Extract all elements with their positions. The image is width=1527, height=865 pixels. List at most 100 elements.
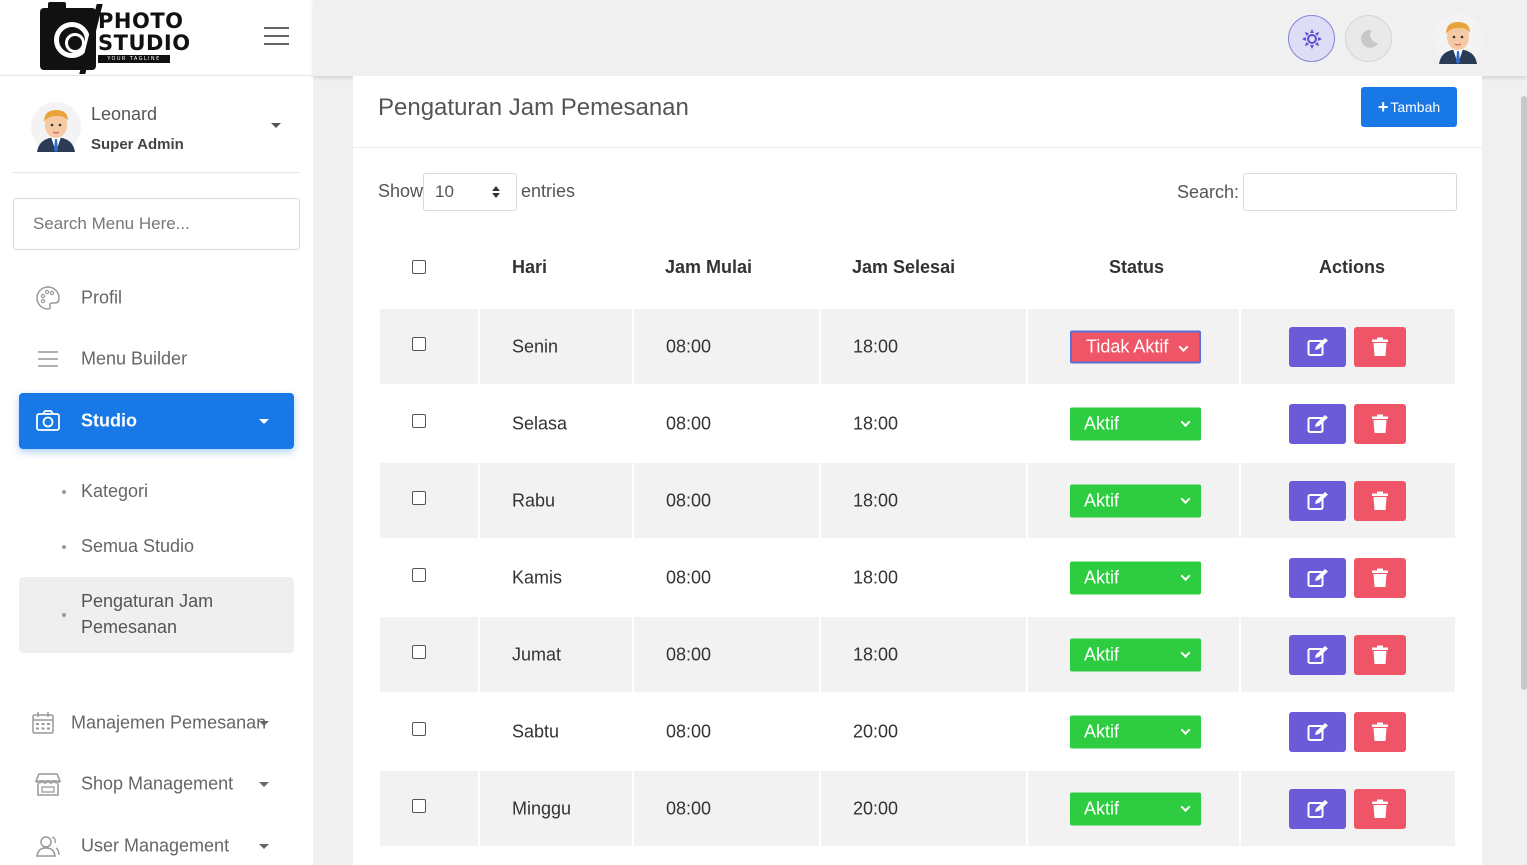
light-mode-button[interactable] [1288, 15, 1335, 62]
delete-button[interactable] [1354, 403, 1406, 444]
column-header-jam-selesai[interactable]: Jam Selesai [852, 257, 955, 278]
sidebar-item-shop-management[interactable]: Shop Management [19, 756, 294, 812]
column-header-jam-mulai[interactable]: Jam Mulai [665, 257, 752, 278]
content-card: Pengaturan Jam Pemesanan + Tambah Show 1… [353, 76, 1482, 865]
start-time-cell: 08:00 [634, 463, 819, 538]
chevron-down-icon [1178, 341, 1189, 352]
user-profile-block[interactable]: Leonard Super Admin [12, 88, 300, 173]
photo-studio-logo[interactable]: PHOTO STUDIO YOUR TAGLINE [38, 2, 190, 74]
trash-icon [1372, 568, 1388, 587]
start-time: 08:00 [666, 644, 712, 664]
delete-button[interactable] [1354, 557, 1406, 598]
menu-search-input[interactable] [13, 198, 300, 250]
end-time-cell: 18:00 [821, 309, 1026, 384]
row-checkbox[interactable] [412, 491, 426, 505]
chevron-down-icon [259, 721, 269, 726]
edit-button[interactable] [1289, 788, 1346, 829]
edit-icon [1307, 799, 1328, 818]
status-select[interactable]: Aktif [1070, 715, 1201, 748]
edit-button[interactable] [1289, 326, 1346, 367]
delete-button[interactable] [1354, 711, 1406, 752]
actions-cell [1241, 694, 1455, 769]
sidebar-item-user-management[interactable]: User Management [19, 818, 294, 865]
entries-value: 10 [435, 182, 454, 201]
checkbox-cell [380, 463, 478, 538]
edit-button[interactable] [1289, 403, 1346, 444]
dark-mode-button[interactable] [1345, 15, 1392, 62]
status-value: Aktif [1084, 567, 1120, 587]
delete-button[interactable] [1354, 326, 1406, 367]
status-select[interactable]: Aktif [1070, 484, 1201, 517]
sidebar-item-manajemen-pemesanan[interactable]: Manajemen Pemesanan [19, 695, 294, 751]
sidebar-subitem-pengaturan-jam-pemesanan[interactable]: Pengaturan Jam Pemesanan [19, 577, 294, 653]
checkbox-cell [380, 309, 478, 384]
column-header-hari[interactable]: Hari [512, 257, 547, 278]
status-select[interactable]: Aktif [1070, 792, 1201, 825]
day-name-cell: Sabtu [480, 694, 632, 769]
end-time: 20:00 [853, 721, 899, 741]
table-search-input[interactable] [1243, 173, 1457, 211]
add-button-label: Tambah [1390, 99, 1441, 115]
status-select[interactable]: Aktif [1070, 407, 1201, 440]
checkbox-cell [380, 694, 478, 769]
sidebar-toggle-icon[interactable] [264, 25, 289, 47]
status-cell: Tidak Aktif [1028, 309, 1239, 384]
avatar[interactable] [1433, 14, 1483, 64]
chevron-down-icon [1180, 570, 1191, 581]
table-row: Rabu 08:00 18:00 Aktif [380, 463, 1455, 538]
entries-per-page-select[interactable]: 10 [423, 173, 517, 211]
edit-button[interactable] [1289, 711, 1346, 752]
row-checkbox[interactable] [412, 645, 426, 659]
day-name: Minggu [512, 798, 572, 818]
row-checkbox[interactable] [412, 799, 426, 813]
add-button[interactable]: + Tambah [1361, 87, 1457, 127]
delete-button[interactable] [1354, 480, 1406, 521]
plus-icon: + [1377, 97, 1389, 117]
sidebar-subitem-semua-studio[interactable]: Semua Studio [19, 533, 294, 561]
select-all-checkbox[interactable] [412, 260, 426, 274]
sidebar-item-studio[interactable]: Studio [19, 393, 294, 449]
row-checkbox[interactable] [412, 414, 426, 428]
edit-button[interactable] [1289, 480, 1346, 521]
end-time-cell: 18:00 [821, 386, 1026, 461]
edit-button[interactable] [1289, 634, 1346, 675]
sidebar-item-profil[interactable]: Profil [19, 270, 294, 326]
logo-text-line1: PHOTO [98, 9, 184, 33]
user-menu-caret-icon[interactable] [271, 123, 281, 128]
delete-button[interactable] [1354, 788, 1406, 829]
status-select[interactable]: Tidak Aktif [1070, 330, 1201, 363]
page-title: Pengaturan Jam Pemesanan [378, 94, 689, 121]
status-cell: Aktif [1028, 617, 1239, 692]
avatar [31, 102, 81, 152]
edit-icon [1307, 645, 1328, 664]
sidebar-item-menu-builder[interactable]: Menu Builder [19, 331, 294, 387]
status-value: Aktif [1084, 798, 1120, 818]
day-name: Sabtu [512, 721, 560, 741]
palette-icon [36, 286, 60, 310]
sun-icon [1301, 28, 1322, 49]
sidebar: PHOTO STUDIO YOUR TAGLINE Leonard Super … [0, 0, 313, 865]
edit-icon [1307, 337, 1328, 356]
logo-tagline: YOUR TAGLINE [98, 55, 170, 63]
column-header-status[interactable]: Status [1109, 257, 1164, 278]
row-checkbox[interactable] [412, 568, 426, 582]
row-checkbox[interactable] [412, 722, 426, 736]
sidebar-subitem-kategori[interactable]: Kategori [19, 478, 294, 506]
start-time: 08:00 [666, 413, 712, 433]
page-scrollbar[interactable] [1521, 96, 1527, 690]
row-checkbox[interactable] [412, 337, 426, 351]
delete-button[interactable] [1354, 634, 1406, 675]
trash-icon [1372, 491, 1388, 510]
status-select[interactable]: Aktif [1070, 638, 1201, 671]
chevron-down-icon [259, 419, 269, 424]
edit-button[interactable] [1289, 557, 1346, 598]
chevron-down-icon [1180, 801, 1191, 812]
brand-bar: PHOTO STUDIO YOUR TAGLINE [0, 0, 313, 76]
end-time: 18:00 [853, 644, 899, 664]
status-select[interactable]: Aktif [1070, 561, 1201, 594]
day-name-cell: Selasa [480, 386, 632, 461]
start-time-cell: 08:00 [634, 771, 819, 846]
actions-cell [1241, 617, 1455, 692]
user-name: Leonard [91, 104, 158, 124]
sidebar-item-label: Menu Builder [81, 348, 188, 369]
